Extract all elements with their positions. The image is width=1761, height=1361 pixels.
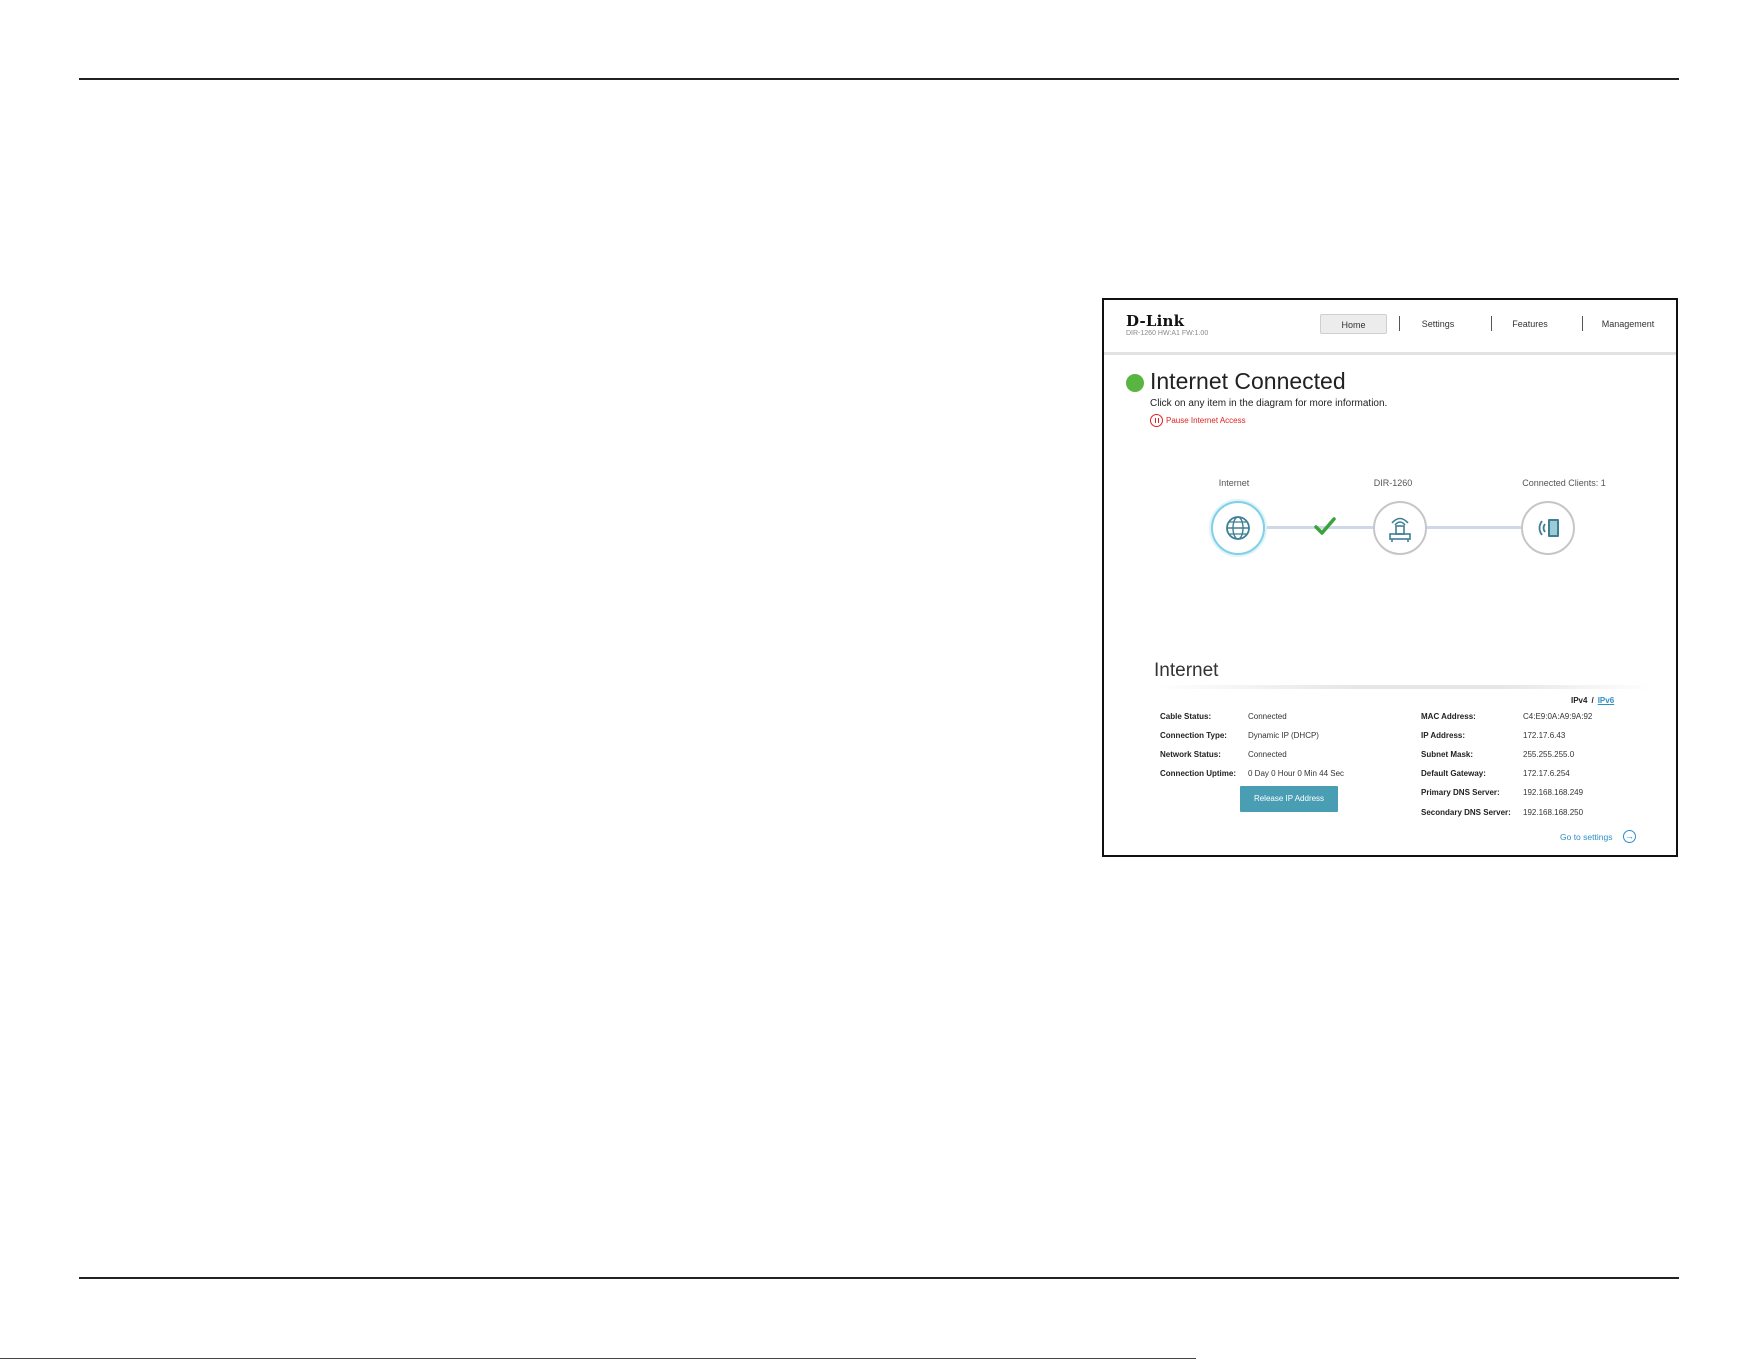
check-icon	[1314, 517, 1336, 535]
ip-version-toggle: IPv4 / IPv6	[1571, 696, 1614, 705]
status-subtitle: Click on any item in the diagram for mor…	[1150, 398, 1388, 409]
clients-node[interactable]	[1521, 501, 1575, 555]
field-label: IP Address:	[1421, 731, 1466, 740]
field-label: Secondary DNS Server:	[1421, 808, 1511, 817]
section-title: Internet	[1154, 660, 1219, 681]
field-label: Connection Uptime:	[1160, 769, 1236, 778]
ip-version-separator: /	[1591, 696, 1594, 705]
field-value: 0 Day 0 Hour 0 Min 44 Sec	[1248, 769, 1345, 778]
router-node[interactable]	[1373, 501, 1427, 555]
field-label: Primary DNS Server:	[1421, 788, 1500, 797]
diagram-label-router: DIR-1260	[1373, 478, 1413, 488]
field-value: 172.17.6.254	[1523, 769, 1570, 778]
field-label: Connection Type:	[1160, 731, 1227, 740]
nav-management[interactable]: Management	[1592, 314, 1664, 334]
field-value: C4:E9:0A:A9:9A:92	[1523, 712, 1593, 721]
field-label: Default Gateway:	[1421, 769, 1486, 778]
globe-icon	[1226, 516, 1250, 540]
nav-separator	[1399, 316, 1400, 331]
connection-line	[1426, 526, 1521, 529]
go-to-settings-link[interactable]: Go to settings	[1560, 832, 1612, 842]
field-value: 255.255.255.0	[1523, 750, 1575, 759]
internet-node[interactable]	[1211, 501, 1265, 555]
top-bar: D-Link DIR-1260 HW:A1 FW:1.00 Home Setti…	[1104, 300, 1676, 355]
nav-home[interactable]: Home	[1320, 314, 1387, 334]
page-footer-rule	[0, 1358, 1196, 1359]
router-icon	[1389, 517, 1411, 542]
status-indicator	[1126, 374, 1144, 392]
dlink-logo: D-Link	[1126, 312, 1185, 330]
field-value: Connected	[1248, 750, 1287, 759]
nav-separator	[1491, 316, 1492, 331]
nav-separator	[1582, 316, 1583, 331]
field-label: Subnet Mask:	[1421, 750, 1474, 759]
pause-internet-link[interactable]: Pause Internet Access	[1166, 416, 1246, 425]
status-title: Internet Connected	[1150, 368, 1346, 394]
router-ui-screenshot: D-Link DIR-1260 HW:A1 FW:1.00 Home Setti…	[1102, 298, 1678, 857]
client-device-icon	[1538, 519, 1559, 537]
field-value: 192.168.168.250	[1523, 808, 1584, 817]
field-value: Dynamic IP (DHCP)	[1248, 731, 1319, 740]
diagram-label-clients: Connected Clients: 1	[1522, 478, 1606, 488]
nav-settings[interactable]: Settings	[1410, 314, 1466, 334]
field-value: Connected	[1248, 712, 1287, 721]
field-label: Cable Status:	[1160, 712, 1212, 721]
model-info: DIR-1260 HW:A1 FW:1.00	[1126, 330, 1209, 337]
nav-features[interactable]: Features	[1502, 314, 1558, 334]
field-label: Network Status:	[1160, 750, 1221, 759]
field-value: 192.168.168.249	[1523, 788, 1584, 797]
arrow-right-circle-icon[interactable]: →	[1623, 830, 1636, 843]
ipv6-link[interactable]: IPv6	[1598, 696, 1614, 705]
section-underline	[1154, 685, 1654, 689]
ipv4-tab[interactable]: IPv4	[1571, 696, 1587, 705]
page-top-rule	[79, 78, 1679, 80]
release-ip-button[interactable]: Release IP Address	[1240, 786, 1338, 812]
field-value: 172.17.6.43	[1523, 731, 1566, 740]
diagram-label-internet: Internet	[1218, 478, 1250, 488]
page-bottom-rule	[79, 1277, 1679, 1279]
pause-icon[interactable]	[1150, 414, 1163, 427]
field-label: MAC Address:	[1421, 712, 1476, 721]
